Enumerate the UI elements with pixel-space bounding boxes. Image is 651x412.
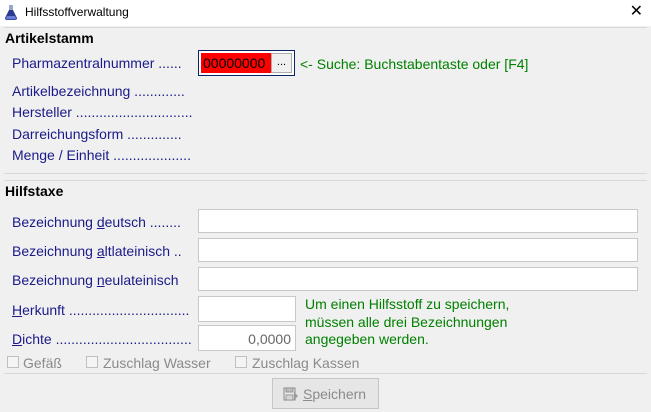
pzn-label: Pharmazentralnummer ...... — [12, 55, 182, 71]
dichte-input[interactable]: 0,0000 — [198, 325, 296, 351]
save-hint-line1: Um einen Hilfsstoff zu speichern, — [305, 296, 510, 312]
bezeichnung-altlateinisch-input[interactable] — [198, 238, 638, 262]
zuschlag-wasser-label: Zuschlag Wasser — [103, 355, 211, 371]
artikelbezeichnung-label: Artikelbezeichnung ............. — [12, 83, 185, 99]
pzn-input-group: 00000000 ... — [198, 50, 295, 76]
gefaess-checkbox[interactable] — [7, 356, 19, 368]
close-icon[interactable]: ✕ — [630, 3, 643, 21]
window-title: Hilfsstoffverwaltung — [25, 5, 129, 19]
bezeichnung-altlateinisch-label: Bezeichnung altlateinisch .. — [12, 243, 182, 259]
hilfstaxe-title: Hilfstaxe — [5, 183, 64, 199]
save-hint-line2: müssen alle drei Bezeichnungen — [305, 314, 508, 330]
herkunft-input[interactable] — [198, 296, 296, 322]
gefaess-label: Gefäß — [23, 355, 62, 371]
bezeichnung-neulateinisch-label: Bezeichnung neulateinisch — [12, 272, 179, 288]
herkunft-label: Herkunft ............................... — [12, 302, 190, 318]
hersteller-label: Hersteller .............................… — [12, 104, 193, 120]
menge-einheit-label: Menge / Einheit .................... — [12, 147, 191, 163]
zuschlag-kassen-label: Zuschlag Kassen — [252, 355, 360, 371]
save-icon — [283, 387, 299, 401]
save-button-label: Speichern — [303, 386, 367, 402]
dichte-label: Dichte .................................… — [12, 331, 192, 347]
darreichungsform-label: Darreichungsform .............. — [12, 126, 182, 142]
bezeichnung-deutsch-label: Bezeichnung deutsch ........ — [12, 214, 181, 230]
pzn-input[interactable]: 00000000 — [201, 53, 271, 73]
flask-icon — [4, 5, 18, 21]
zuschlag-wasser-checkbox[interactable] — [86, 356, 98, 368]
bezeichnung-neulateinisch-input[interactable] — [198, 267, 638, 291]
save-hint-line3: angegeben werden. — [305, 331, 429, 347]
search-hint: <- Suche: Buchstabentaste oder [F4] — [300, 56, 529, 72]
zuschlag-kassen-checkbox[interactable] — [235, 356, 247, 368]
pzn-lookup-button[interactable]: ... — [271, 53, 292, 73]
bezeichnung-deutsch-input[interactable] — [198, 209, 638, 233]
artikelstamm-title: Artikelstamm — [5, 30, 94, 46]
title-bar: Hilfsstoffverwaltung ✕ — [0, 0, 651, 26]
save-button[interactable]: Speichern — [272, 378, 379, 409]
